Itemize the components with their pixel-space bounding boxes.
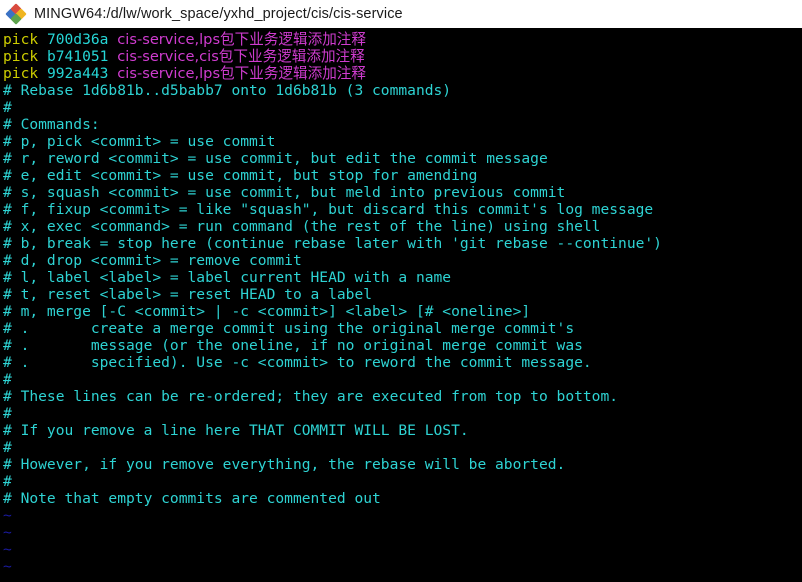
rebase-comment-line: # Commands: [3, 116, 100, 133]
rebase-comment-line: # [3, 405, 12, 422]
rebase-comment-line: # x, exec <command> = run command (the r… [3, 218, 601, 235]
rebase-comment-line: # [3, 371, 12, 388]
window-titlebar[interactable]: MINGW64:/d/lw/work_space/yxhd_project/ci… [0, 0, 802, 28]
rebase-todo-line[interactable]: pick b741051 cis-service,cis包下业务逻辑添加注释 [1, 48, 802, 65]
rebase-comment-block: # Rebase 1d6b81b..d5babb7 onto 1d6b81b (… [1, 82, 802, 507]
rebase-comment-line: # r, reword <commit> = use commit, but e… [3, 150, 548, 167]
commit-message: cis-service,lps包下业务逻辑添加注释 [117, 65, 366, 82]
rebase-comment-line: # f, fixup <commit> = like "squash", but… [3, 201, 654, 218]
rebase-todo-line[interactable]: pick 992a443 cis-service,lps包下业务逻辑添加注释 [1, 65, 802, 82]
vim-tilde-marker: ~ [3, 558, 12, 575]
rebase-command-keyword: pick [3, 31, 39, 48]
commit-hash: 700d36a [46, 31, 109, 48]
rebase-comment-line: # Rebase 1d6b81b..d5babb7 onto 1d6b81b (… [3, 82, 452, 99]
vim-empty-line-markers: ~ ~ ~ ~ [1, 507, 802, 575]
rebase-comment-line: # These lines can be re-ordered; they ar… [3, 388, 619, 405]
rebase-comment-line: # [3, 99, 12, 116]
rebase-comment-line: # p, pick <commit> = use commit [3, 133, 276, 150]
rebase-comment-line: # If you remove a line here THAT COMMIT … [3, 422, 469, 439]
commit-message: cis-service,lps包下业务逻辑添加注释 [117, 31, 366, 48]
rebase-comment-line: # s, squash <commit> = use commit, but m… [3, 184, 566, 201]
terminal-screen[interactable]: pick 700d36a cis-service,lps包下业务逻辑添加注释 pi… [0, 28, 802, 582]
rebase-comment-line: # . specified). Use -c <commit> to rewor… [3, 354, 592, 371]
rebase-comment-line: # However, if you remove everything, the… [3, 456, 566, 473]
rebase-command-keyword: pick [3, 48, 39, 65]
vim-tilde-marker: ~ [3, 541, 12, 558]
vim-tilde-marker: ~ [3, 524, 12, 541]
commit-hash: 992a443 [46, 65, 109, 82]
rebase-comment-line: # l, label <label> = label current HEAD … [3, 269, 452, 286]
rebase-comment-line: # [3, 473, 12, 490]
rebase-comment-line: # d, drop <commit> = remove commit [3, 252, 302, 269]
rebase-comment-line: # . create a merge commit using the orig… [3, 320, 575, 337]
rebase-todo-list: pick 700d36a cis-service,lps包下业务逻辑添加注释 pi… [1, 31, 802, 82]
rebase-comment-line: # e, edit <commit> = use commit, but sto… [3, 167, 478, 184]
vim-tilde-marker: ~ [3, 507, 12, 524]
window-title: MINGW64:/d/lw/work_space/yxhd_project/ci… [34, 5, 403, 22]
rebase-comment-line: # b, break = stop here (continue rebase … [3, 235, 662, 252]
rebase-command-keyword: pick [3, 65, 39, 82]
rebase-comment-line: # . message (or the oneline, if no origi… [3, 337, 583, 354]
rebase-comment-line: # [3, 439, 12, 456]
rebase-comment-line: # t, reset <label> = reset HEAD to a lab… [3, 286, 373, 303]
mingw-diamond-icon [5, 2, 27, 25]
rebase-todo-line[interactable]: pick 700d36a cis-service,lps包下业务逻辑添加注释 [1, 31, 802, 48]
commit-hash: b741051 [46, 48, 109, 65]
rebase-comment-line: # Note that empty commits are commented … [3, 490, 381, 507]
commit-message: cis-service,cis包下业务逻辑添加注释 [117, 48, 365, 65]
rebase-comment-line: # m, merge [-C <commit> | -c <commit>] <… [3, 303, 531, 320]
